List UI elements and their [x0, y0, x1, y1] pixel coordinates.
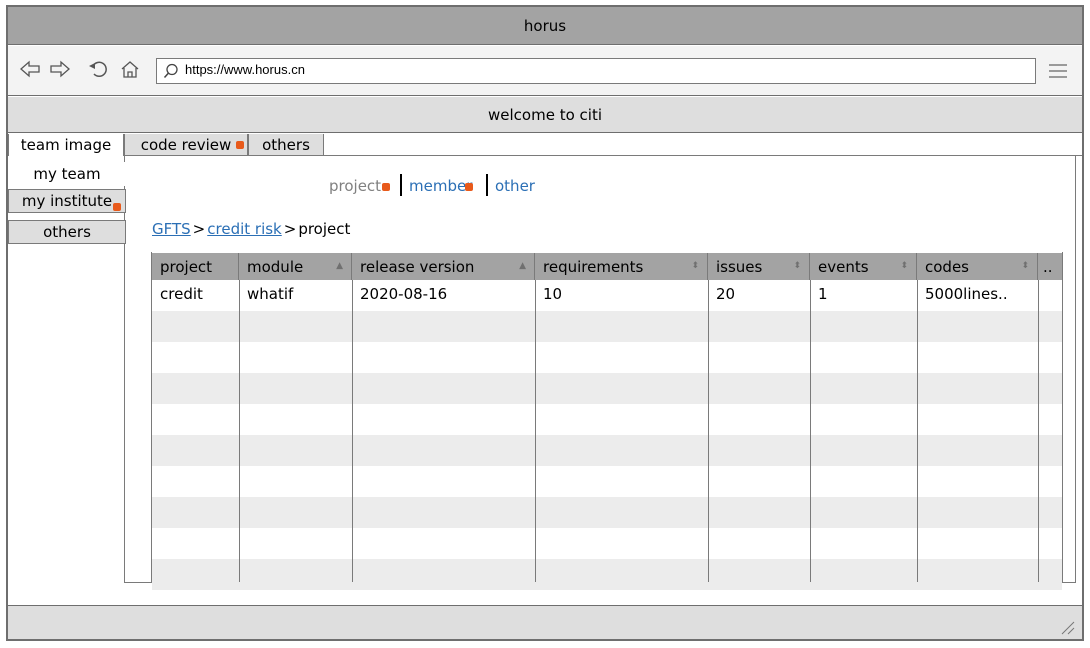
address-bar[interactable]: https://www.horus.cn	[156, 58, 1036, 84]
sort-both-icon[interactable]: ⬍	[793, 261, 801, 271]
column-header-issues[interactable]: issues ⬍	[708, 253, 810, 280]
sort-both-icon[interactable]: ⬍	[900, 261, 908, 271]
cell-requirements: 10	[543, 285, 563, 303]
breadcrumb-separator: >	[283, 220, 297, 238]
sidebar-item-label: my institute	[21, 192, 113, 210]
column-header-label: requirements	[543, 257, 644, 276]
column-header-label: events	[818, 257, 869, 276]
tab-team-image[interactable]: team image	[8, 134, 124, 156]
table-row	[152, 497, 1062, 528]
notification-dot	[382, 183, 390, 191]
subnav-separator	[486, 174, 488, 196]
column-divider	[708, 280, 709, 582]
table-row	[152, 466, 1062, 497]
subnav-separator	[400, 174, 402, 196]
table-row	[152, 373, 1062, 404]
cell-codes: 5000lines..	[925, 285, 1008, 303]
home-icon[interactable]	[118, 57, 142, 81]
column-header-events[interactable]: events ⬍	[810, 253, 917, 280]
sidebar-item-my-institute[interactable]: my institute	[8, 189, 126, 213]
cell-project: credit	[160, 285, 203, 303]
column-divider	[535, 280, 536, 582]
table-row	[152, 404, 1062, 435]
cell-module: whatif	[247, 285, 294, 303]
table-row	[152, 528, 1062, 559]
tab-label: team image	[20, 136, 112, 154]
column-header-project[interactable]: project	[152, 253, 239, 280]
breadcrumb-link-credit-risk[interactable]: credit risk	[207, 220, 282, 238]
breadcrumb: GFTS > credit risk > project	[152, 218, 350, 240]
tab-label: code review	[140, 135, 232, 154]
subnav-label: project	[329, 177, 382, 195]
column-divider	[810, 280, 811, 582]
tab-code-review[interactable]: code review	[124, 134, 248, 156]
cell-events: 1	[818, 285, 828, 303]
subnav-label: member	[409, 177, 473, 195]
column-header-label: issues	[716, 257, 763, 276]
table-row	[152, 559, 1062, 590]
column-header-label: release version	[360, 257, 475, 276]
refresh-icon[interactable]	[86, 57, 110, 81]
column-header-codes[interactable]: codes ⬍	[917, 253, 1038, 280]
sidebar-item-label: my team	[33, 165, 101, 183]
column-header-label: module	[247, 257, 304, 276]
breadcrumb-current: project	[298, 220, 351, 238]
resize-grip-icon[interactable]	[1058, 618, 1076, 636]
sidebar-item-others[interactable]: others	[8, 220, 126, 244]
menu-icon[interactable]	[1046, 60, 1070, 82]
back-icon[interactable]	[18, 57, 42, 81]
column-divider	[917, 280, 918, 582]
url-text: https://www.horus.cn	[185, 62, 305, 77]
sort-asc-icon[interactable]: ▲	[336, 261, 343, 271]
forward-icon[interactable]	[48, 57, 72, 81]
column-header-label: codes	[925, 257, 969, 276]
sort-both-icon[interactable]: ⬍	[1021, 261, 1029, 271]
notification-dot	[113, 203, 121, 211]
tab-label: others	[262, 135, 310, 154]
column-header-label: project	[160, 257, 213, 276]
breadcrumb-link-gfts[interactable]: GFTS	[152, 220, 191, 238]
table-row	[152, 342, 1062, 373]
sort-both-icon[interactable]: ⬍	[691, 261, 699, 271]
column-header-module[interactable]: module ▲	[239, 253, 352, 280]
column-divider	[352, 280, 353, 582]
welcome-banner: welcome to citi	[8, 97, 1082, 133]
column-header-release-version[interactable]: release version ▲	[352, 253, 535, 280]
search-icon	[163, 63, 179, 83]
cell-issues: 20	[716, 285, 736, 303]
welcome-text: welcome to citi	[488, 105, 602, 124]
table-row	[152, 311, 1062, 342]
subnav-other[interactable]: other	[495, 175, 535, 197]
subnav-member[interactable]: member	[409, 175, 472, 197]
sort-asc-icon[interactable]: ▲	[519, 261, 526, 271]
cell-release-version: 2020-08-16	[360, 285, 448, 303]
status-bar	[8, 605, 1082, 639]
column-header-more[interactable]: ..	[1038, 253, 1062, 280]
column-divider	[239, 280, 240, 582]
window-title: horus	[523, 16, 567, 35]
column-header-requirements[interactable]: requirements ⬍	[535, 253, 708, 280]
column-divider	[1038, 280, 1039, 582]
column-header-label: ..	[1043, 257, 1053, 276]
window-title-bar: horus	[8, 7, 1082, 45]
tab-others[interactable]: others	[248, 134, 324, 156]
subnav-label: other	[495, 177, 535, 195]
breadcrumb-separator: >	[192, 220, 206, 238]
sidebar-item-label: others	[43, 223, 91, 241]
sidebar-item-my-team[interactable]: my team	[8, 162, 126, 186]
table-row	[152, 435, 1062, 466]
notification-dot	[236, 141, 244, 149]
subnav-project[interactable]: project	[329, 175, 381, 197]
notification-dot	[465, 183, 473, 191]
